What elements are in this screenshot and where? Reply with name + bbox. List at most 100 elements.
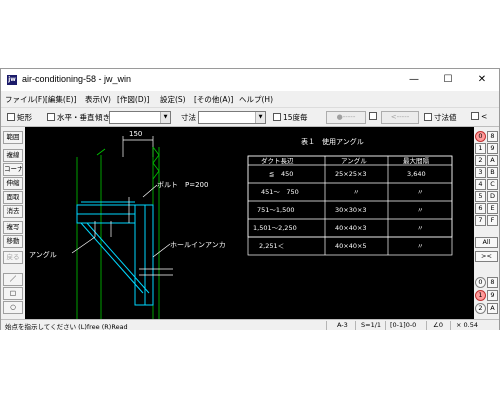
menu-other[interactable]: [その他(A)] — [194, 94, 233, 105]
angle-bracket — [76, 201, 154, 306]
layer-group-c-button[interactable]: C — [487, 179, 498, 190]
layer-group-f-button[interactable]: F — [487, 215, 498, 226]
layer-group-9-button[interactable]: 9 — [487, 143, 498, 154]
status-angle[interactable]: ∠0 — [433, 321, 443, 329]
layer-group-8-button[interactable]: 8 — [487, 131, 498, 142]
layer-0-button[interactable]: 0 — [475, 277, 486, 288]
all-layers-button[interactable]: All — [475, 237, 498, 248]
swap-layers-button[interactable]: >< — [475, 251, 498, 262]
close-button[interactable]: ✕ — [465, 69, 499, 91]
layer-9-button[interactable]: 9 — [487, 290, 498, 301]
tilt-combo[interactable]: ▼ — [109, 111, 171, 124]
leader-lines — [71, 184, 171, 258]
maximize-button[interactable]: ☐ — [431, 69, 465, 91]
table-title: 表１ 使用アングル — [301, 137, 364, 146]
layer-group-d-button[interactable]: D — [487, 191, 498, 202]
rect-checkbox[interactable]: 矩形 — [7, 112, 32, 123]
table-row-5-col-2: 40×40×5 — [335, 242, 367, 250]
menu-file[interactable]: ファイル(F) — [5, 94, 45, 105]
menu-view[interactable]: 表示(V) — [85, 94, 111, 105]
menu-edit[interactable]: [編集(E)] — [45, 94, 76, 105]
table-row-2-col-2: 〃 — [353, 188, 360, 196]
drawing-svg: 150 ボルト P=200 アングル ホールインアンカ 表１ 使用アングル ダク… — [29, 130, 453, 319]
checkbox-box — [7, 113, 15, 121]
deg15-checkbox[interactable]: 15度毎 — [273, 112, 308, 123]
tool-undo[interactable]: 戻る — [3, 251, 23, 264]
layer-group-e-button[interactable]: E — [487, 203, 498, 214]
layer-group-5-button[interactable]: 5 — [475, 191, 486, 202]
layer-group-3-button[interactable]: 3 — [475, 167, 486, 178]
last-checkbox[interactable]: < — [471, 112, 487, 121]
layer-1-button[interactable]: 1 — [475, 290, 486, 301]
menu-draw[interactable]: [作図(D)] — [117, 94, 149, 105]
menu-bar: ファイル(F) [編集(E)] 表示(V) [作図(D)] 設定(S) [その他… — [1, 91, 499, 107]
status-layer[interactable]: [0-1]0-0 — [390, 321, 416, 329]
dim-150-text: 150 — [129, 130, 142, 138]
table-row-1-col-2: 25×25×3 — [335, 170, 367, 178]
status-paper[interactable]: A-3 — [337, 321, 348, 329]
drawing-canvas[interactable]: 150 ボルト P=200 アングル ホールインアンカ 表１ 使用アングル ダク… — [25, 127, 474, 319]
tool-erase[interactable]: 消去 — [3, 205, 23, 218]
table-row-3-col-2: 30×30×3 — [335, 206, 367, 214]
dimension-150 — [122, 136, 154, 157]
status-separator — [385, 321, 386, 330]
app-icon: jw — [7, 75, 17, 85]
bolt-label: ボルト P=200 — [157, 181, 208, 189]
table-row-4-col-1: 1,501〜2,250 — [253, 224, 297, 232]
checkbox-box — [369, 112, 377, 120]
dim-combo[interactable]: ▼ — [198, 111, 266, 124]
menu-settings[interactable]: 設定(S) — [160, 94, 186, 105]
dimval-checkbox[interactable]: 寸法値 — [424, 112, 457, 123]
checkbox-box — [47, 113, 55, 121]
checkbox-box — [471, 112, 479, 120]
table-header-2: アングル — [341, 156, 367, 165]
table-row-2-col-3: 〃 — [417, 188, 424, 196]
tool-stretch[interactable]: 伸縮 — [3, 177, 23, 190]
toolbar: 矩形 水平・垂直 傾き ▼ 寸法 ▼ 15度毎 ●----- <----- 寸法… — [1, 107, 499, 127]
tool-range[interactable]: 範囲 — [3, 131, 23, 144]
layer-group-4-button[interactable]: 4 — [475, 179, 486, 190]
checkbox-box — [273, 113, 281, 121]
tool-rect-icon[interactable]: □ — [3, 287, 23, 300]
tilt-label: 傾き — [95, 113, 110, 122]
arrow-checkbox[interactable] — [369, 112, 379, 121]
layer-group-a-button[interactable]: A — [487, 155, 498, 166]
horiz-vert-checkbox[interactable]: 水平・垂直 — [47, 112, 95, 123]
table-row-3-col-3: 〃 — [417, 206, 424, 214]
table-header-1: ダクト長辺 — [261, 156, 294, 165]
table-row-2-col-1: 451〜 750 — [261, 188, 299, 196]
angle-label: アングル — [29, 250, 57, 259]
menu-help[interactable]: ヘルプ(H) — [239, 94, 273, 105]
deg15-label: 15度毎 — [283, 113, 308, 122]
layer-group-1-button[interactable]: 1 — [475, 143, 486, 154]
status-message: 始点を指示してください (L)free (R)Read — [5, 323, 128, 331]
tool-circle-icon[interactable]: ○ — [3, 301, 23, 314]
layer-2-button[interactable]: 2 — [475, 303, 486, 314]
tool-corner[interactable]: コーナー — [3, 163, 23, 176]
layer-a-button[interactable]: A — [487, 303, 498, 314]
tool-line-icon[interactable]: ／ — [3, 273, 23, 286]
layer-group-0-button[interactable]: 0 — [475, 131, 486, 142]
tool-parallel[interactable]: 複線 — [3, 149, 23, 162]
table-row-1-col-3: 3,640 — [407, 170, 426, 178]
left-tool-panel: 範囲 複線 コーナー 伸縮 面取 消去 複写 移動 戻る ／ □ ○ — [1, 127, 25, 319]
layer-group-b-button[interactable]: B — [487, 167, 498, 178]
dropdown-arrow-icon: ▼ — [160, 112, 170, 123]
layer-group-2-button[interactable]: 2 — [475, 155, 486, 166]
status-scale[interactable]: S=1/1 — [361, 321, 381, 329]
table-row-4-col-3: 〃 — [417, 224, 424, 232]
layer-group-7-button[interactable]: 7 — [475, 215, 486, 226]
tool-move[interactable]: 移動 — [3, 235, 23, 248]
layer-group-6-button[interactable]: 6 — [475, 203, 486, 214]
last-label: < — [481, 112, 488, 121]
circle-line-button[interactable]: ●----- — [326, 111, 366, 124]
window-title: air-conditioning-58 - jw_win — [22, 74, 132, 84]
tool-copy[interactable]: 複写 — [3, 221, 23, 234]
table-row-4-col-2: 40×40×3 — [335, 224, 367, 232]
status-zoom[interactable]: × 0.54 — [456, 321, 478, 329]
tool-chamfer[interactable]: 面取 — [3, 191, 23, 204]
minimize-button[interactable]: — — [397, 69, 431, 91]
layer-8-button[interactable]: 8 — [487, 277, 498, 288]
table-row-5-col-1: 2,251＜ — [259, 242, 284, 250]
arrow-line-button[interactable]: <----- — [381, 111, 419, 124]
